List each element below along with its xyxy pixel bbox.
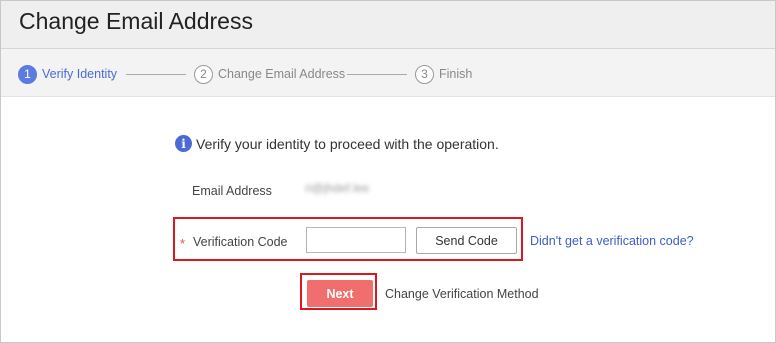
info-icon: i	[175, 135, 192, 152]
step-label: Verify Identity	[42, 67, 118, 81]
step-connector	[347, 74, 407, 75]
page-header: Change Email Address	[1, 1, 775, 49]
change-verification-method[interactable]: Change Verification Method	[385, 287, 539, 301]
step-number: 3	[415, 64, 434, 84]
no-code-link[interactable]: Didn't get a verification code?	[530, 234, 694, 248]
step-connector	[126, 74, 186, 75]
verification-code-input[interactable]	[306, 227, 406, 253]
page-title: Change Email Address	[19, 8, 253, 34]
required-indicator: *	[180, 236, 186, 251]
step-verify-identity: 1 Verify Identity	[18, 64, 117, 84]
verify-notice: i Verify your identity to proceed with t…	[175, 135, 499, 152]
email-address-label: Email Address	[192, 184, 272, 198]
step-number: 1	[18, 64, 37, 84]
step-label: Change Email Address	[218, 67, 346, 81]
step-progress: 1 Verify Identity 2 Change Email Address…	[1, 49, 775, 97]
step-change-email: 2 Change Email Address	[194, 64, 345, 84]
step-number: 2	[194, 64, 213, 84]
step-finish: 3 Finish	[415, 64, 472, 84]
email-address-value: ri@jhdef.lee	[305, 181, 370, 195]
verification-code-label: Verification Code	[193, 235, 288, 249]
next-button[interactable]: Next	[307, 280, 373, 307]
send-code-button[interactable]: Send Code	[416, 227, 517, 254]
notice-text: Verify your identity to proceed with the…	[196, 135, 499, 152]
step-label: Finish	[439, 67, 473, 81]
